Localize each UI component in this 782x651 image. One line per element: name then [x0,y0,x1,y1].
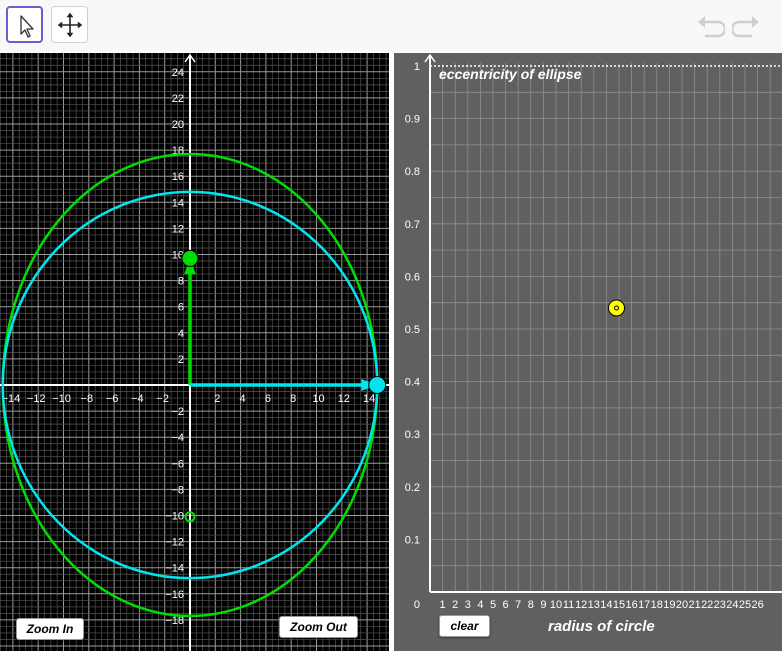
x-tick-label: 12 [338,393,350,405]
x-tick-label: −2 [156,393,169,405]
x-tick-label: −12 [27,393,46,405]
y-tick-label: 4 [178,328,184,340]
clear-button[interactable]: clear [439,615,490,637]
y-tick-label: −10 [165,511,184,523]
y-tick-label: −8 [171,484,184,496]
x-tick-label: −4 [131,393,144,405]
x-tick-label: 26 [751,599,763,611]
x-tick-label: 4 [240,393,246,405]
x-tick-label: 8 [290,393,296,405]
x-tick-label: 13 [588,599,600,611]
y-tick-label: 14 [172,197,184,209]
y-tick-label: 0.4 [405,377,420,389]
y-tick-label: −6 [171,458,184,470]
toolbar [0,0,782,52]
undo-button[interactable] [695,12,727,42]
x-tick-label: 9 [540,599,546,611]
x-tick-label: 23 [714,599,726,611]
x-axis-label: radius of circle [548,618,655,635]
x-tick-label: 15 [613,599,625,611]
y-tick-label: 0.2 [405,482,420,494]
y-tick-label: 6 [178,302,184,314]
redo-button[interactable] [730,12,762,42]
undo-icon [698,16,727,38]
x-tick-label: −10 [52,393,71,405]
y-tick-label: −14 [165,563,184,575]
x-tick-label: 19 [663,599,675,611]
x-tick-label: 6 [503,599,509,611]
x-tick-label: 11 [563,599,574,611]
redo-icon [730,16,759,38]
select-tool-button[interactable] [6,6,43,43]
x-tick-label: 6 [265,393,271,405]
y-tick-label: 0.9 [405,114,420,126]
conic-graph[interactable]: −14 −12 −10 −8 −6 −4 −2 2 4 6 8 10 12 142468101214161… [0,53,389,651]
y-tick-label: 0.8 [405,166,420,178]
radius-point [368,376,387,394]
y-tick-label: 8 [178,276,184,288]
x-tick-label: 21 [688,599,700,611]
x-tick-label: 16 [625,599,637,611]
x-tick-label: 5 [490,599,496,611]
y-tick-label: 20 [172,119,184,131]
x-tick-label: −8 [81,393,94,405]
y-tick-label: −12 [165,537,184,549]
focus-point-top [181,249,199,267]
y-tick-label: 0.6 [405,271,420,283]
x-tick-label: 12 [575,599,587,611]
graphics-view-2[interactable]: 0.1 0.2 0.3 0.4 0.5 0.6 0.7 0.8 0.9 1 0 1 2 3 4 5 6 7 8 9 10… [394,53,782,651]
graphics-view-1[interactable]: −14 −12 −10 −8 −6 −4 −2 2 4 6 8 10 12 14 2 4 6 8 10 12 14 16 1… [0,53,389,651]
x-tick-label: 22 [701,599,713,611]
x-tick-label: 1 [440,599,446,611]
y-tick-label: 2 [178,354,184,366]
y-tick-label: −4 [171,432,184,444]
x-tick-label: 10 [550,599,562,611]
grid-lines [0,53,389,651]
zoom-in-button[interactable]: Zoom In [16,618,84,640]
x-tick-label: 14 [363,393,375,405]
x-tick-label: 14 [600,599,612,611]
x-tick-label: 3 [465,599,471,611]
x-tick-label: 20 [676,599,688,611]
x-tick-label: 10 [312,393,324,405]
y-tick-label: 24 [172,67,184,79]
y-axis-label: eccentricity of ellipse [439,66,582,82]
move-view-tool-button[interactable] [51,6,88,43]
y-tick-label: 22 [172,93,184,105]
y-tick-label: 12 [172,223,184,235]
y-tick-label: −16 [165,589,184,601]
x-tick-label: 4 [477,599,483,611]
x-tick-label: 7 [515,599,521,611]
zoom-out-button[interactable]: Zoom Out [279,616,358,638]
y-tick-label: 0.7 [405,219,420,231]
data-point [607,299,625,317]
move-arrows-icon [57,12,83,38]
y-tick-label: 0.1 [405,534,420,546]
arrow-pointer-icon [20,15,34,38]
x-tick-label: 8 [528,599,534,611]
x-tick-label: −6 [106,393,119,405]
x-tick-label: 17 [638,599,650,611]
y-tick-label: 0.5 [405,324,420,336]
eccentricity-graph[interactable]: 0.10.20.30.40.50.60.70.80.910 1 2 3 4 5 6 7 8 9 10… [394,53,782,651]
x-tick-label: 18 [651,599,663,611]
x-tick-label: 24 [726,599,738,611]
y-tick-label: 0.3 [405,429,420,441]
y-tick-label: 1 [414,61,420,73]
y-tick-label: 16 [172,171,184,183]
x-tick-label: 2 [452,599,458,611]
y-tick-label: −2 [171,406,184,418]
grid-lines [430,63,782,592]
origin-label: 0 [414,599,420,611]
x-tick-label: 2 [214,393,220,405]
x-tick-label: 25 [739,599,751,611]
